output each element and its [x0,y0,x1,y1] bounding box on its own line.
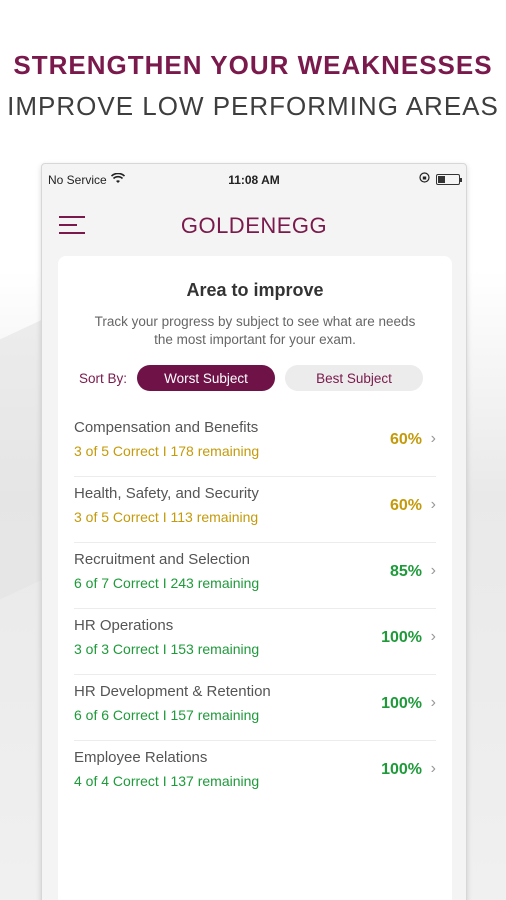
subject-percent: 100% [381,629,422,646]
sort-label: Sort By: [79,370,128,386]
sort-best-subject-button[interactable]: Best Subject [285,365,424,391]
promo-headline: STRENGTHEN YOUR WEAKNESSES [13,50,493,80]
area-to-improve-card: Area to improve Track your progress by s… [58,256,452,900]
subject-name: Compensation and Benefits [74,419,259,436]
chevron-right-icon: › [430,628,436,645]
phone-frame: No Service 11:08 AM GOLDENEGG Area to im… [41,163,467,900]
subject-percent: 100% [381,761,422,778]
card-description: Track your progress by subject to see wh… [94,314,416,347]
app-logo: GOLDENEGG [180,213,328,238]
subject-stats: 6 of 7 Correct I 243 remaining [74,575,260,591]
subject-percent: 60% [389,497,422,514]
orientation-lock-icon [419,172,430,186]
subject-percent: 100% [381,695,422,712]
status-bar: No Service 11:08 AM [42,164,466,194]
subject-row[interactable]: HR Development & Retention 6 of 6 Correc… [74,675,436,741]
chevron-right-icon: › [430,430,436,447]
subject-name: Recruitment and Selection [74,551,250,568]
subject-row[interactable]: Recruitment and Selection 6 of 7 Correct… [74,543,436,609]
subject-row[interactable]: Employee Relations 4 of 4 Correct I 137 … [74,741,436,807]
subject-stats: 3 of 5 Correct I 113 remaining [74,509,259,525]
chevron-right-icon: › [430,760,436,777]
subject-stats: 4 of 4 Correct I 137 remaining [74,773,260,789]
subject-list: Compensation and Benefits 3 of 5 Correct… [58,411,452,807]
subject-row[interactable]: Health, Safety, and Security 3 of 5 Corr… [74,477,436,543]
app-bar: GOLDENEGG [42,194,466,256]
subject-row[interactable]: HR Operations 3 of 3 Correct I 153 remai… [74,609,436,675]
subject-row[interactable]: Compensation and Benefits 3 of 5 Correct… [74,411,436,477]
subject-name: HR Operations [74,617,174,634]
sort-bar: Sort By: Worst Subject Best Subject [58,365,452,391]
subject-name: Employee Relations [74,749,208,766]
battery-icon [436,173,462,185]
subject-percent: 60% [389,431,422,448]
chevron-right-icon: › [430,562,436,579]
subject-name: Health, Safety, and Security [74,485,259,502]
subject-stats: 3 of 5 Correct I 178 remaining [74,443,260,459]
chevron-right-icon: › [430,496,436,513]
sort-worst-subject-button[interactable]: Worst Subject [137,365,276,391]
clock: 11:08 AM [228,173,280,187]
chevron-right-icon: › [430,694,436,711]
subject-percent: 85% [389,563,422,580]
subject-stats: 6 of 6 Correct I 157 remaining [74,707,260,723]
promo-subheadline: IMPROVE LOW PERFORMING AREAS [7,91,499,121]
card-title: Area to improve [186,280,324,300]
subject-name: HR Development & Retention [74,683,271,700]
subject-stats: 3 of 3 Correct I 153 remaining [74,641,260,657]
